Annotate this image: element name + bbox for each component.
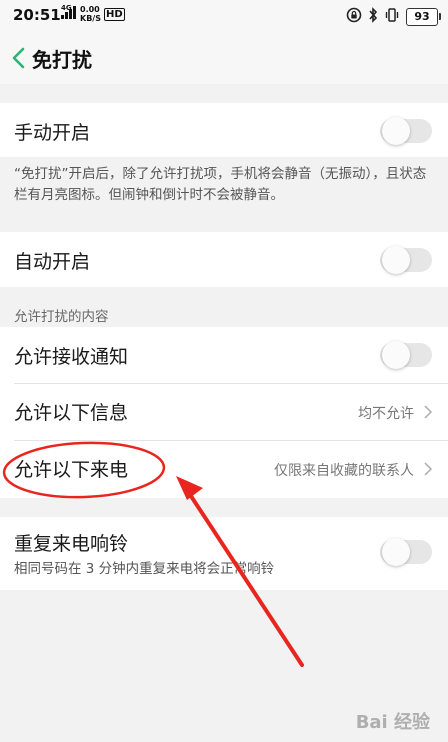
chevron-right-icon	[424, 461, 433, 476]
allow-calls-row[interactable]: 允许以下来电 仅限来自收藏的联系人	[0, 441, 448, 497]
repeat-call-toggle[interactable]	[380, 538, 432, 566]
chevron-right-icon	[424, 404, 433, 419]
allow-messages-label: 允许以下信息	[14, 402, 129, 424]
allow-notifications-label: 允许接收通知	[14, 346, 129, 368]
manual-section: 手动开启	[0, 103, 448, 157]
status-time: 20:51	[13, 6, 61, 24]
page-title: 免打扰	[32, 48, 92, 72]
toggle-knob	[382, 538, 410, 566]
auto-enable-toggle[interactable]	[380, 246, 432, 274]
hd-badge: HD	[104, 8, 125, 21]
manual-enable-label: 手动开启	[14, 122, 91, 144]
manual-description: “免打扰”开启后，除了允许打扰项，手机将会静音（无振动），且状态栏有月亮图标。但…	[14, 166, 427, 203]
toggle-knob	[382, 117, 410, 145]
allow-messages-row[interactable]: 允许以下信息 均不允许	[0, 384, 448, 440]
vibrate-icon	[384, 7, 400, 27]
manual-enable-toggle[interactable]	[380, 117, 432, 145]
allow-calls-value: 仅限来自收藏的联系人	[274, 463, 414, 479]
toggle-knob	[382, 341, 410, 369]
toggle-knob	[382, 246, 410, 274]
allow-messages-value: 均不允许	[358, 406, 414, 422]
battery-indicator: 93	[406, 8, 441, 26]
network-type-label: 4G	[61, 4, 72, 12]
repeat-call-label: 重复来电响铃	[14, 533, 129, 555]
network-speed: 0.00 KB/S	[80, 5, 101, 23]
repeat-call-sub: 相同号码在 3 分钟内重复来电将会正常响铃	[14, 561, 275, 577]
allowed-section-title: 允许打扰的内容	[14, 309, 109, 325]
back-arrow-icon[interactable]	[10, 46, 26, 70]
app-header: 免打扰	[0, 32, 448, 84]
allow-notifications-toggle[interactable]	[380, 341, 432, 369]
alarm-lock-icon	[346, 7, 362, 27]
auto-enable-label: 自动开启	[14, 251, 91, 273]
status-bar: 20:51 4G 0.00 KB/S HD 93	[0, 0, 448, 32]
allowed-section: 允许接收通知 允许以下信息 均不允许 允许以下来电 仅限来自收藏的联系人	[0, 327, 448, 498]
repeat-call-section: 重复来电响铃 相同号码在 3 分钟内重复来电将会正常响铃	[0, 517, 448, 590]
allow-calls-label: 允许以下来电	[14, 459, 129, 481]
bluetooth-icon	[368, 7, 378, 27]
allow-notifications-row: 允许接收通知	[0, 327, 448, 383]
auto-section: 自动开启	[0, 232, 448, 287]
watermark: Bai 经验	[355, 712, 430, 733]
